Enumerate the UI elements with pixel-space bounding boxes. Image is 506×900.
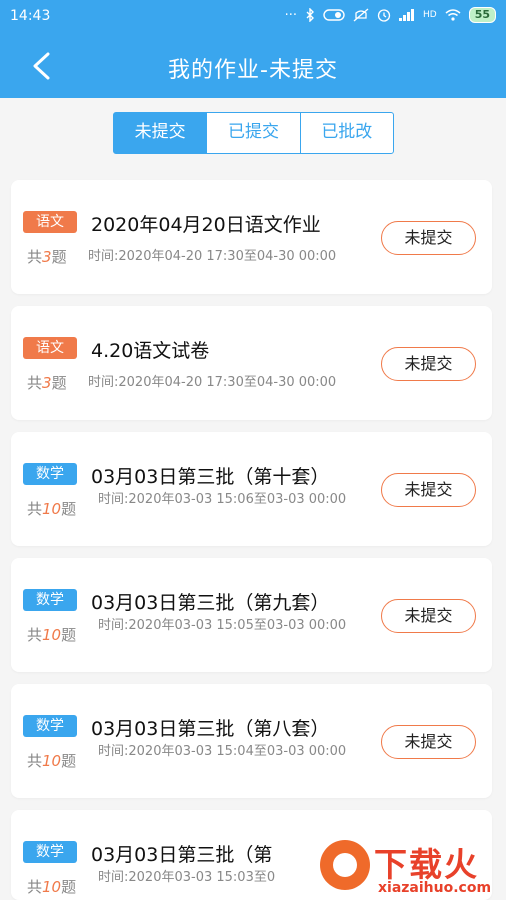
assignment-card[interactable]: 数学 03月03日第三批（第十套） 共10题 时间:2020年03-03 15:… xyxy=(11,432,492,546)
subject-tag: 数学 xyxy=(23,841,77,863)
page-title: 我的作业-未提交 xyxy=(168,58,338,83)
top-bar: 14:43 ··· HD 55 我的作业-未提交 xyxy=(0,0,506,98)
status-tabs: 未提交 已提交 已批改 xyxy=(113,112,394,154)
assignment-time: 时间:2020年04-20 17:30至04-30 00:00 xyxy=(88,249,337,264)
status-bar: 14:43 ··· HD 55 xyxy=(0,0,506,34)
watermark-url: xiazaihuo.com xyxy=(378,880,492,896)
watermark-text: 下载火 xyxy=(374,845,479,884)
question-count: 共10题 xyxy=(27,878,77,896)
assignment-time: 时间:2020年03-03 15:06至03-03 00:00 xyxy=(98,492,347,507)
assignment-card[interactable]: 语文 4.20语文试卷 共3题 时间:2020年04-20 17:30至04-3… xyxy=(11,306,492,420)
question-count-number: 10 xyxy=(42,752,62,770)
tab-graded[interactable]: 已批改 xyxy=(301,113,393,153)
assignment-title: 4.20语文试卷 xyxy=(91,340,210,362)
mute-icon xyxy=(353,8,369,22)
question-count: 共10题 xyxy=(27,626,77,644)
assignment-title: 03月03日第三批（第十套） xyxy=(91,466,330,488)
subject-tag: 语文 xyxy=(23,211,77,233)
cell-signal-icon xyxy=(398,9,414,21)
question-count-number: 3 xyxy=(42,248,52,266)
assignment-card[interactable]: 语文 2020年04月20日语文作业 共3题 时间:2020年04-20 17:… xyxy=(11,180,492,294)
status-time: 14:43 xyxy=(10,8,51,24)
status-icons: ··· HD 55 xyxy=(285,7,496,23)
question-count: 共3题 xyxy=(27,248,67,266)
hd-icon: HD xyxy=(422,10,437,20)
question-count-number: 10 xyxy=(42,626,62,644)
question-count: 共10题 xyxy=(27,500,77,518)
not-submitted-button[interactable]: 未提交 xyxy=(381,347,476,381)
not-submitted-button[interactable]: 未提交 xyxy=(381,599,476,633)
question-count-number: 10 xyxy=(42,878,62,896)
assignment-time: 时间:2020年03-03 15:05至03-03 00:00 xyxy=(98,618,347,633)
assignment-title: 2020年04月20日语文作业 xyxy=(91,214,321,236)
bluetooth-icon xyxy=(306,8,314,22)
subject-tag: 数学 xyxy=(23,463,77,485)
signal-dots-icon: ··· xyxy=(284,7,297,23)
alarm-icon xyxy=(377,9,391,22)
wifi-icon xyxy=(445,9,461,21)
not-submitted-button[interactable]: 未提交 xyxy=(381,725,476,759)
assignment-card[interactable]: 数学 03月03日第三批（第九套） 共10题 时间:2020年03-03 15:… xyxy=(11,558,492,672)
assignment-card[interactable]: 数学 03月03日第三批（第八套） 共10题 时间:2020年03-03 15:… xyxy=(11,684,492,798)
question-count-number: 3 xyxy=(42,374,52,392)
question-count: 共3题 xyxy=(27,374,67,392)
subject-tag: 数学 xyxy=(23,589,77,611)
toggle-icon xyxy=(323,9,345,21)
subject-tag: 语文 xyxy=(23,337,77,359)
tab-not-submitted[interactable]: 未提交 xyxy=(114,113,208,153)
not-submitted-button[interactable]: 未提交 xyxy=(381,473,476,507)
question-count-number: 10 xyxy=(42,500,62,518)
question-count: 共10题 xyxy=(27,752,77,770)
assignment-time: 时间:2020年03-03 15:04至03-03 00:00 xyxy=(98,744,347,759)
assignment-time: 时间:2020年04-20 17:30至04-30 00:00 xyxy=(88,375,337,390)
tab-submitted[interactable]: 已提交 xyxy=(207,113,301,153)
battery-icon: 55 xyxy=(468,7,496,23)
assignment-title: 03月03日第三批（第九套） xyxy=(91,592,330,614)
assignment-time: 时间:2020年03-03 15:03至0 xyxy=(98,870,276,885)
assignment-title: 03月03日第三批（第八套） xyxy=(91,718,330,740)
watermark-logo: 下载火 xiazaihuo.com xyxy=(314,836,506,900)
subject-tag: 数学 xyxy=(23,715,77,737)
watermark-icon xyxy=(320,840,370,890)
assignment-list: 语文 2020年04月20日语文作业 共3题 时间:2020年04-20 17:… xyxy=(11,180,492,900)
not-submitted-button[interactable]: 未提交 xyxy=(381,221,476,255)
header: 我的作业-未提交 xyxy=(0,34,506,98)
assignment-title: 03月03日第三批（第 xyxy=(91,844,273,866)
